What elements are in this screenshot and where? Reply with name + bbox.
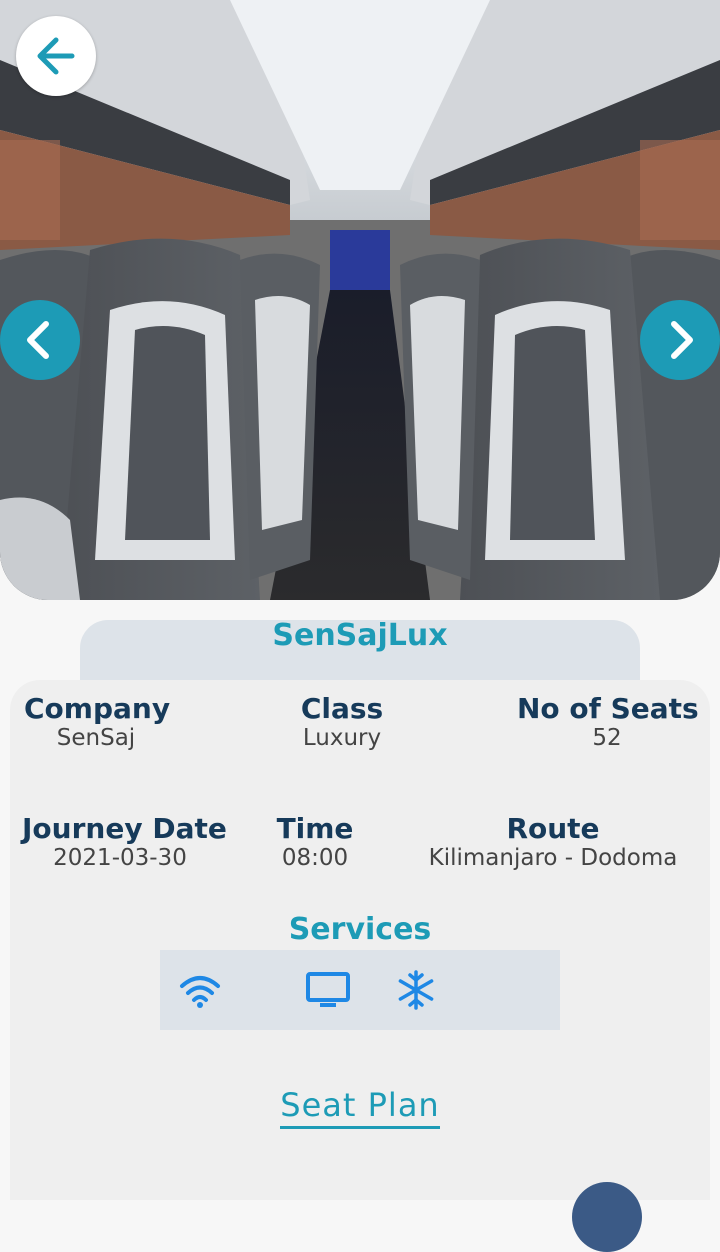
arrow-left-icon: [37, 37, 75, 75]
bus-interior-image: [0, 0, 720, 600]
route-field: Route Kilimanjaro - Dodoma: [408, 812, 698, 872]
class-label: Class: [300, 692, 384, 725]
seats-label: No of Seats: [517, 692, 699, 725]
seat-plan-link[interactable]: Seat Plan: [280, 1086, 440, 1129]
bus-name: SenSajLux: [272, 618, 448, 653]
time-value: 08:00: [281, 845, 349, 871]
route-label: Route: [506, 812, 600, 845]
seats-value: 52: [592, 725, 622, 751]
next-image-button[interactable]: [640, 300, 720, 380]
journey-date-field: Journey Date 2021-03-30: [22, 812, 227, 872]
tv-icon: [306, 970, 350, 1010]
route-value: Kilimanjaro - Dodoma: [428, 845, 678, 871]
seat-plan-container: Seat Plan: [0, 1086, 720, 1129]
chevron-right-icon: [671, 321, 693, 359]
class-value: Luxury: [302, 725, 382, 751]
company-field: Company SenSaj: [24, 692, 171, 752]
seats-field: No of Seats 52: [517, 692, 699, 752]
previous-image-button[interactable]: [0, 300, 80, 380]
wifi-icon: [178, 970, 222, 1010]
company-label: Company: [24, 692, 171, 725]
company-value: SenSaj: [56, 725, 136, 751]
services-title: Services: [288, 912, 432, 947]
time-field: Time 08:00: [270, 812, 360, 872]
chevron-left-icon: [27, 321, 49, 359]
back-button[interactable]: [16, 16, 96, 96]
floating-action-button[interactable]: [572, 1182, 642, 1252]
bus-image-carousel[interactable]: [0, 0, 720, 600]
journey-date-value: 2021-03-30: [53, 845, 187, 871]
class-field: Class Luxury: [282, 692, 402, 752]
journey-date-label: Journey Date: [22, 812, 227, 845]
snowflake-icon: [394, 970, 438, 1010]
services-bar: [160, 950, 560, 1030]
time-label: Time: [276, 812, 354, 845]
